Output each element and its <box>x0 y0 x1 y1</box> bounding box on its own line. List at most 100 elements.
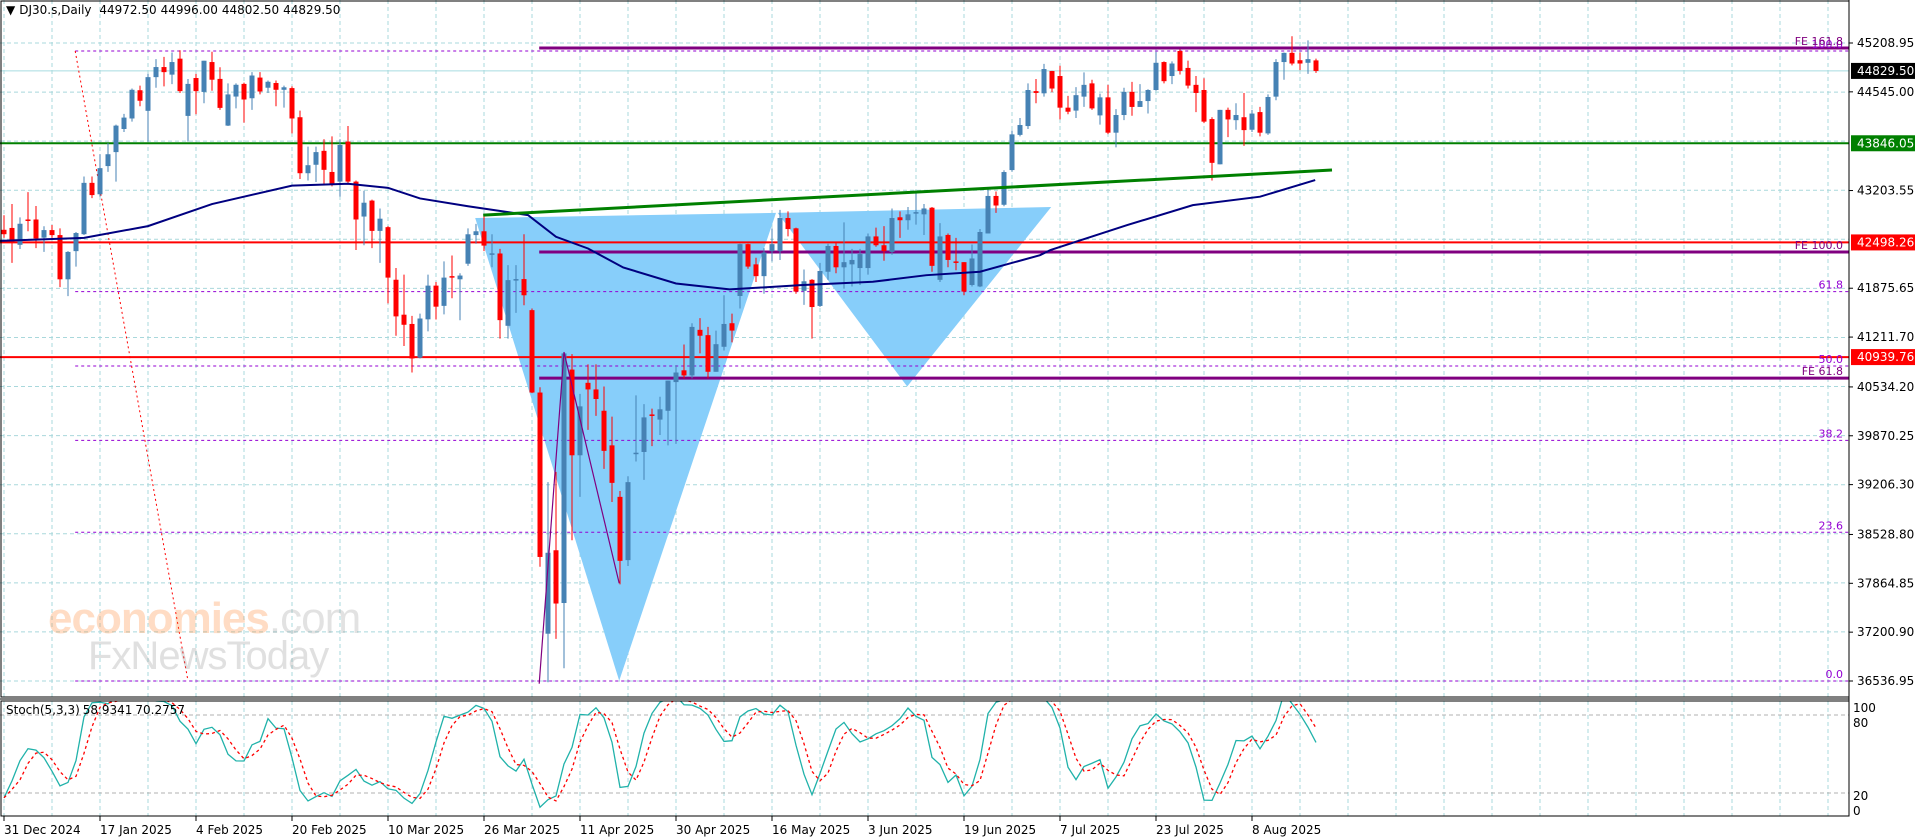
candle <box>337 139 343 197</box>
candle <box>1041 63 1047 97</box>
candle-body <box>1129 91 1135 107</box>
candle-body <box>1137 101 1143 107</box>
candle <box>273 80 279 107</box>
candle-body <box>697 329 703 336</box>
candle-body <box>929 207 935 266</box>
candle <box>225 83 231 127</box>
candle <box>361 190 367 246</box>
candle-body <box>305 165 311 174</box>
chart-header: ▼ DJ30.s,Daily 44972.50 44996.00 44802.50 44… <box>6 3 344 17</box>
candle <box>1225 107 1231 138</box>
candle <box>49 225 55 238</box>
price-tick-label: 37864.85 <box>1857 576 1914 590</box>
candle-body <box>945 234 951 260</box>
fib-retracement-diagonal <box>74 50 189 682</box>
triangle-pattern <box>475 212 776 681</box>
candle <box>209 51 215 91</box>
candle-body <box>777 218 783 252</box>
candle-body <box>1041 69 1047 94</box>
candle-body <box>385 227 391 278</box>
candle <box>961 262 967 296</box>
candle-body <box>1097 97 1103 116</box>
chart-frame <box>0 0 1850 817</box>
candle-body <box>833 245 839 268</box>
candle-body <box>361 202 367 217</box>
candle-body <box>377 218 383 231</box>
candle-body <box>185 83 191 116</box>
candle-body <box>33 219 39 239</box>
candle-body <box>233 84 239 97</box>
fib-level-label: 0.0 <box>1826 668 1844 681</box>
candle-body <box>569 369 575 456</box>
candle-body <box>873 236 879 246</box>
candle-body <box>137 90 143 101</box>
candle <box>1209 117 1215 181</box>
candle <box>529 308 535 394</box>
candle-body <box>881 245 887 252</box>
stochastic-pane <box>0 701 1849 809</box>
level-price-label: 42498.26 <box>1857 235 1914 249</box>
candle-body <box>793 228 799 292</box>
candle-body <box>1297 60 1303 64</box>
fib-expansion-label: FE 100.0 <box>1795 239 1843 252</box>
candle-body <box>617 496 623 561</box>
candle-body <box>273 83 279 90</box>
candle <box>193 73 199 115</box>
candle <box>1249 109 1255 132</box>
candle <box>233 83 239 109</box>
candle-body <box>193 78 199 92</box>
price-tick-label: 37200.90 <box>1857 625 1914 639</box>
price-chart[interactable]: 45208.95 44545.00 43203.55 41875.65 41211.70… <box>0 0 1916 840</box>
low-value: 44802.50 <box>221 3 280 17</box>
candle-body <box>505 280 511 326</box>
candle-body <box>497 253 503 321</box>
time-axis[interactable]: 31 Dec 2024 17 Jan 2025 4 Feb 2025 20 Feb 2… <box>3 816 1321 837</box>
candle-body <box>81 182 87 235</box>
candle-body <box>897 217 903 221</box>
candle-body <box>1193 84 1199 93</box>
candle-body <box>553 550 559 604</box>
fib-level-label: 50.0 <box>1819 353 1844 366</box>
time-tick-label: 19 Jun 2025 <box>964 823 1036 837</box>
candle-body <box>761 252 767 277</box>
main-pane <box>0 36 1849 684</box>
symbol-label: DJ30.s,Daily <box>19 3 92 17</box>
candle <box>89 176 95 199</box>
candle-body <box>489 253 495 255</box>
candle-body <box>641 417 647 452</box>
candle <box>305 146 311 181</box>
candle <box>985 187 991 234</box>
candle-body <box>369 200 375 231</box>
candle-body <box>953 261 959 263</box>
candle-body <box>145 77 151 111</box>
candle <box>537 387 543 567</box>
candle <box>57 228 63 288</box>
price-axis[interactable]: 45208.95 44545.00 43203.55 41875.65 41211.70… <box>1848 0 1915 818</box>
candle <box>169 52 175 85</box>
candle-body <box>681 370 687 376</box>
candle-body <box>249 75 255 99</box>
candle <box>1257 106 1263 137</box>
candle <box>441 261 447 315</box>
candle <box>121 113 127 132</box>
candle-body <box>57 235 63 280</box>
candle-body <box>17 223 23 245</box>
fib-level-label: 38.2 <box>1819 427 1844 440</box>
collapse-triangle-icon[interactable]: ▼ <box>6 3 15 17</box>
candle-body <box>329 171 335 184</box>
time-tick-label: 31 Dec 2024 <box>4 823 81 837</box>
level-price-label: 40939.76 <box>1857 350 1914 364</box>
candle-body <box>1241 117 1247 131</box>
price-tick-label: 41875.65 <box>1857 281 1914 295</box>
candle <box>1017 117 1023 137</box>
candle-body <box>1273 62 1279 97</box>
candle-body <box>241 83 247 100</box>
candle-body <box>977 231 983 287</box>
candle-body <box>1313 60 1319 71</box>
candle-body <box>521 279 527 296</box>
time-tick-label: 10 Mar 2025 <box>388 823 464 837</box>
price-tick-label: 39206.30 <box>1857 478 1914 492</box>
candle-body <box>161 67 167 73</box>
candle <box>1049 70 1055 93</box>
candle-body <box>1265 96 1271 134</box>
